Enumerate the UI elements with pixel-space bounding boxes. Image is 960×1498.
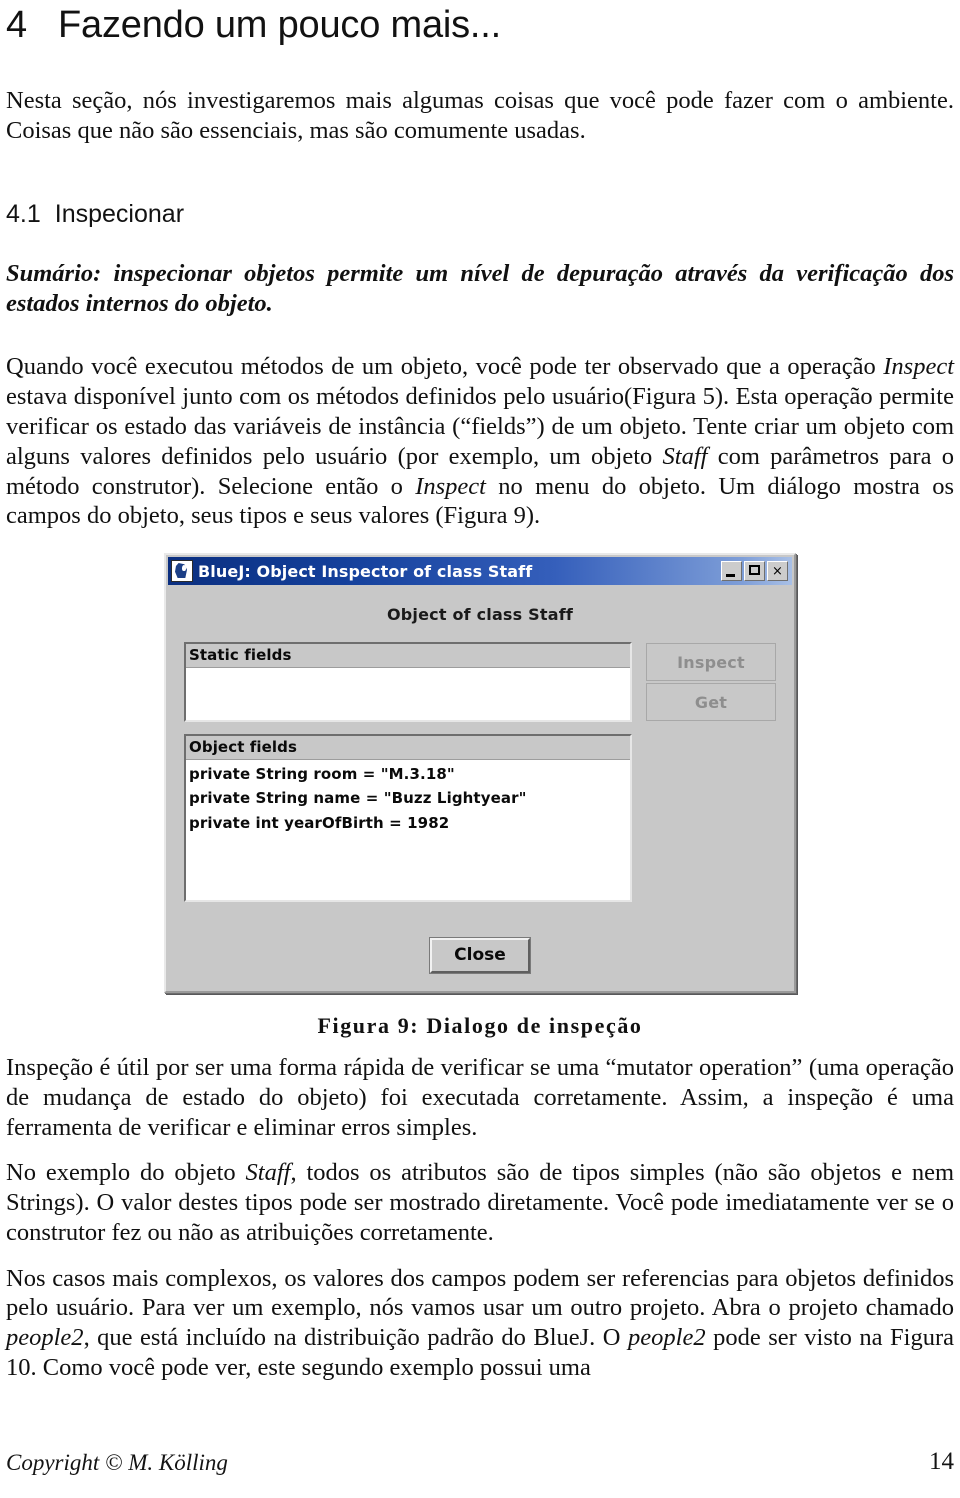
bluej-object-inspector-window: BlueJ: Object Inspector of class Staff ×… bbox=[164, 553, 796, 994]
p3-part-1: No exemplo do objeto bbox=[6, 1159, 246, 1187]
fields-and-buttons-row: Static fields Object fields private Stri… bbox=[184, 642, 776, 903]
page-number: 14 bbox=[929, 1448, 954, 1475]
figure-caption: Figura 9: Dialogo de inspeção bbox=[317, 1013, 643, 1039]
paragraph-one: Quando você executou métodos de um objet… bbox=[6, 352, 954, 531]
object-fields-list[interactable]: private String room = "M.3.18" private S… bbox=[186, 760, 630, 901]
p1-part-1: Quando você executou métodos de um objet… bbox=[6, 353, 884, 381]
static-fields-list[interactable] bbox=[186, 668, 630, 721]
bluej-app-icon bbox=[171, 560, 193, 583]
action-buttons-column: Inspect Get bbox=[646, 642, 776, 722]
paragraph-three: No exemplo do objeto Staff, todos os atr… bbox=[6, 1158, 954, 1247]
object-class-heading: Object of class Staff bbox=[386, 605, 574, 625]
subsection-heading: 4.1 Inspecionar bbox=[6, 201, 954, 229]
inspect-button[interactable]: Inspect bbox=[646, 643, 776, 682]
document-page: 4 Fazendo um pouco mais... Nesta seção, … bbox=[0, 0, 960, 1498]
static-fields-header: Static fields bbox=[186, 644, 630, 669]
close-icon[interactable]: × bbox=[767, 561, 788, 582]
p3-italic-1: Staff bbox=[245, 1159, 291, 1187]
object-fields-box[interactable]: Object fields private String room = "M.3… bbox=[184, 734, 632, 903]
close-button-row: Close bbox=[184, 937, 776, 975]
list-item[interactable]: private int yearOfBirth = 1982 bbox=[189, 811, 627, 835]
section-number: 4 bbox=[6, 4, 27, 46]
window-controls: × bbox=[721, 561, 788, 582]
list-item[interactable]: private String name = "Buzz Lightyear" bbox=[189, 786, 627, 810]
get-button[interactable]: Get bbox=[646, 683, 776, 722]
subsection-title: Inspecionar bbox=[54, 200, 185, 229]
p1-italic-3: Inspect bbox=[415, 472, 486, 500]
p1-italic-2: Staff bbox=[662, 442, 708, 470]
window-title: BlueJ: Object Inspector of class Staff bbox=[198, 561, 533, 581]
minimize-button[interactable] bbox=[721, 561, 742, 582]
page-footer: Copyright © M. Kölling 14 bbox=[6, 1448, 954, 1476]
window-titlebar[interactable]: BlueJ: Object Inspector of class Staff × bbox=[168, 557, 792, 586]
subsection-number: 4.1 bbox=[6, 200, 41, 229]
list-item[interactable]: private String room = "M.3.18" bbox=[189, 762, 627, 786]
object-fields-header: Object fields bbox=[186, 736, 630, 761]
summary-paragraph: Sumário: inspecionar objetos permite um … bbox=[6, 259, 954, 317]
fields-column: Static fields Object fields private Stri… bbox=[184, 642, 632, 903]
p1-italic-1: Inspect bbox=[883, 353, 954, 381]
maximize-button[interactable] bbox=[744, 561, 765, 582]
copyright-text: Copyright © M. Kölling bbox=[6, 1450, 228, 1475]
static-fields-box[interactable]: Static fields bbox=[184, 642, 632, 723]
p4-italic-1: people2 bbox=[6, 1324, 84, 1352]
intro-paragraph: Nesta seção, nós investigaremos mais alg… bbox=[6, 86, 954, 144]
figure-9: BlueJ: Object Inspector of class Staff ×… bbox=[6, 553, 954, 994]
section-heading: 4 Fazendo um pouco mais... bbox=[6, 0, 954, 46]
p4-part-1: Nos casos mais complexos, os valores dos… bbox=[6, 1264, 954, 1322]
paragraph-two: Inspeção é útil por ser uma forma rápida… bbox=[6, 1054, 954, 1141]
close-glyph: × bbox=[772, 563, 783, 579]
p4-italic-2: people2 bbox=[628, 1324, 706, 1352]
section-title: Fazendo um pouco mais... bbox=[58, 4, 501, 46]
close-button[interactable]: Close bbox=[429, 937, 531, 975]
dialog-body: Object of class Staff Static fields Obje… bbox=[166, 585, 794, 992]
paragraph-four: Nos casos mais complexos, os valores dos… bbox=[6, 1264, 954, 1383]
p4-part-2: , que está incluído na distribuição padr… bbox=[83, 1324, 629, 1352]
